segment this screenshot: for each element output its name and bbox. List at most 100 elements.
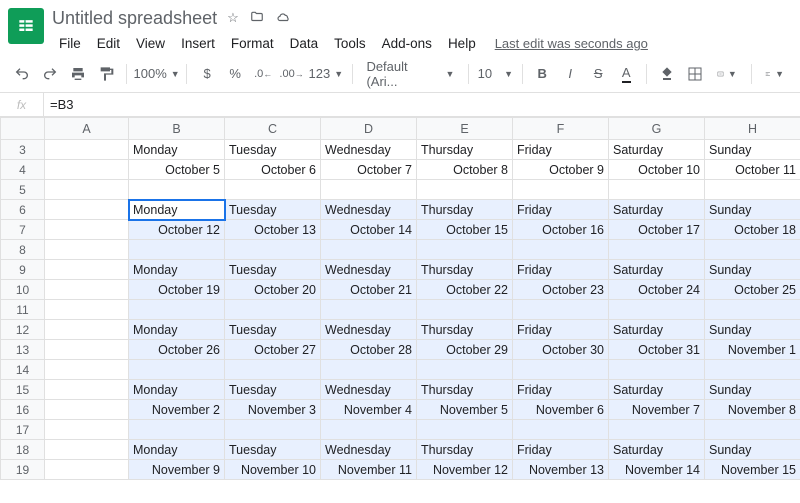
- row-header[interactable]: 16: [1, 400, 45, 420]
- cell[interactable]: Monday: [129, 380, 225, 400]
- cell[interactable]: Sunday: [705, 140, 800, 160]
- cell[interactable]: Wednesday: [321, 140, 417, 160]
- cell[interactable]: [45, 140, 129, 160]
- sheets-logo[interactable]: [8, 8, 44, 44]
- row-header[interactable]: 19: [1, 460, 45, 480]
- print-button[interactable]: [66, 61, 90, 87]
- cell[interactable]: Friday: [513, 140, 609, 160]
- row-header[interactable]: 12: [1, 320, 45, 340]
- cell[interactable]: [225, 180, 321, 200]
- row-header[interactable]: 5: [1, 180, 45, 200]
- merge-cells-button[interactable]: ▼: [711, 61, 743, 87]
- cell[interactable]: November 13: [513, 460, 609, 480]
- cell[interactable]: [45, 260, 129, 280]
- cell[interactable]: October 9: [513, 160, 609, 180]
- menu-file[interactable]: File: [52, 32, 88, 55]
- cell[interactable]: [225, 240, 321, 260]
- star-icon[interactable]: ☆: [227, 10, 239, 26]
- cell[interactable]: [45, 300, 129, 320]
- cell[interactable]: October 19: [129, 280, 225, 300]
- cell[interactable]: October 8: [417, 160, 513, 180]
- cell[interactable]: [321, 360, 417, 380]
- cell[interactable]: [45, 240, 129, 260]
- cell[interactable]: Monday: [129, 320, 225, 340]
- italic-button[interactable]: I: [558, 61, 582, 87]
- cell[interactable]: Thursday: [417, 380, 513, 400]
- cell[interactable]: [417, 420, 513, 440]
- col-header-d[interactable]: D: [321, 118, 417, 140]
- cell[interactable]: [45, 360, 129, 380]
- cell[interactable]: Wednesday: [321, 260, 417, 280]
- cell[interactable]: Friday: [513, 260, 609, 280]
- cell[interactable]: [609, 420, 705, 440]
- menu-data[interactable]: Data: [283, 32, 326, 55]
- col-header-a[interactable]: A: [45, 118, 129, 140]
- cell[interactable]: November 5: [417, 400, 513, 420]
- cell[interactable]: [705, 360, 800, 380]
- cell[interactable]: Friday: [513, 320, 609, 340]
- row-header[interactable]: 17: [1, 420, 45, 440]
- cell[interactable]: [129, 420, 225, 440]
- cell[interactable]: [417, 240, 513, 260]
- cell[interactable]: Saturday: [609, 320, 705, 340]
- strikethrough-button[interactable]: S: [586, 61, 610, 87]
- cell[interactable]: Sunday: [705, 200, 800, 220]
- cell[interactable]: [45, 200, 129, 220]
- menu-view[interactable]: View: [129, 32, 172, 55]
- cell[interactable]: October 29: [417, 340, 513, 360]
- cell[interactable]: October 6: [225, 160, 321, 180]
- cell[interactable]: [129, 300, 225, 320]
- cell[interactable]: [609, 240, 705, 260]
- cell[interactable]: October 17: [609, 220, 705, 240]
- cell[interactable]: [705, 180, 800, 200]
- doc-title[interactable]: Untitled spreadsheet: [52, 8, 217, 29]
- cell[interactable]: [225, 300, 321, 320]
- cell[interactable]: October 11: [705, 160, 800, 180]
- cell[interactable]: [513, 300, 609, 320]
- fill-color-button[interactable]: [655, 61, 679, 87]
- cell[interactable]: [45, 340, 129, 360]
- row-header[interactable]: 13: [1, 340, 45, 360]
- cell[interactable]: [45, 320, 129, 340]
- row-header[interactable]: 4: [1, 160, 45, 180]
- row-header[interactable]: 6: [1, 200, 45, 220]
- decrease-decimal-button[interactable]: .0←: [251, 61, 275, 87]
- select-all-corner[interactable]: [1, 118, 45, 140]
- cell[interactable]: October 15: [417, 220, 513, 240]
- font-select[interactable]: Default (Ari...▼: [360, 61, 460, 87]
- cell[interactable]: [129, 360, 225, 380]
- col-header-f[interactable]: F: [513, 118, 609, 140]
- cell[interactable]: Monday: [129, 260, 225, 280]
- horizontal-align-button[interactable]: ▼: [759, 61, 790, 87]
- cell[interactable]: [129, 180, 225, 200]
- cell[interactable]: Thursday: [417, 260, 513, 280]
- formula-input[interactable]: =B3: [44, 97, 74, 112]
- bold-button[interactable]: B: [530, 61, 554, 87]
- cell[interactable]: [45, 160, 129, 180]
- cell[interactable]: Sunday: [705, 260, 800, 280]
- col-header-g[interactable]: G: [609, 118, 705, 140]
- cell[interactable]: Tuesday: [225, 380, 321, 400]
- cell[interactable]: Tuesday: [225, 320, 321, 340]
- cell[interactable]: Friday: [513, 380, 609, 400]
- cell[interactable]: November 15: [705, 460, 800, 480]
- cell[interactable]: October 10: [609, 160, 705, 180]
- increase-decimal-button[interactable]: .00→: [279, 61, 304, 87]
- menu-tools[interactable]: Tools: [327, 32, 373, 55]
- spreadsheet-grid[interactable]: A B C D E F G H 3 Monday Tuesday Wednesd…: [0, 117, 800, 480]
- cell[interactable]: Thursday: [417, 440, 513, 460]
- cell[interactable]: [321, 300, 417, 320]
- cell[interactable]: [225, 420, 321, 440]
- row-header[interactable]: 7: [1, 220, 45, 240]
- cell[interactable]: October 27: [225, 340, 321, 360]
- cell[interactable]: [321, 420, 417, 440]
- row-header[interactable]: 18: [1, 440, 45, 460]
- cell[interactable]: November 7: [609, 400, 705, 420]
- cell[interactable]: November 2: [129, 400, 225, 420]
- cell[interactable]: October 25: [705, 280, 800, 300]
- row-header[interactable]: 11: [1, 300, 45, 320]
- cell[interactable]: Saturday: [609, 440, 705, 460]
- cell[interactable]: Saturday: [609, 140, 705, 160]
- move-icon[interactable]: [249, 10, 265, 27]
- cell[interactable]: October 21: [321, 280, 417, 300]
